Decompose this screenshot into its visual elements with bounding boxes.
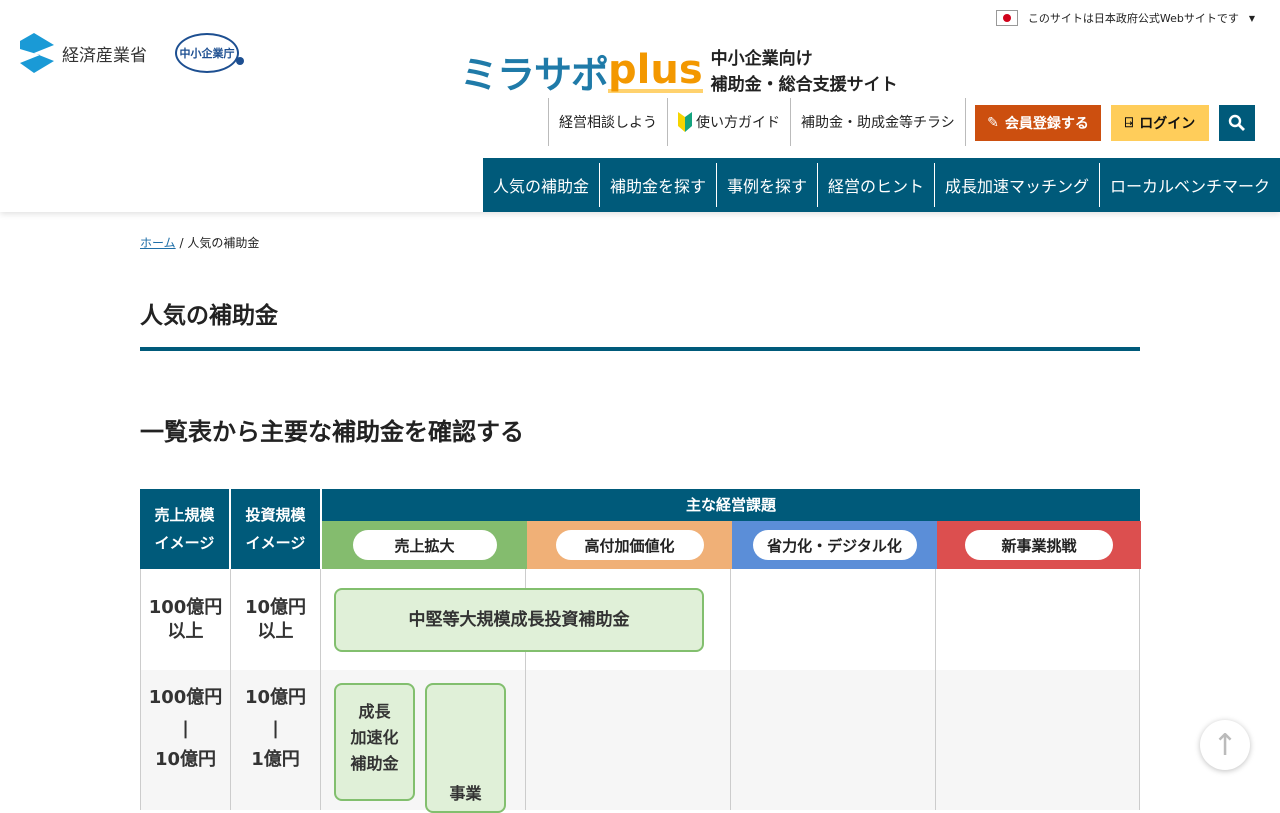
col-sales-header: 売上規模イメージ [140,489,229,569]
utility-links: 経営相談しよう 使い方ガイド 補助金・助成金等チラシ [548,98,966,146]
nav-popular[interactable]: 人気の補助金 [483,163,599,207]
col-invest-header: 投資規模イメージ [231,489,320,569]
row1-c4 [935,569,1140,670]
row2-sales: 100億円 | 10億円 [140,670,231,810]
issue-header-2: 省力化・デジタル化 [732,521,937,569]
flyers-link[interactable]: 補助金・助成金等チラシ [790,98,966,146]
japan-flag-icon [995,10,1018,26]
consult-link[interactable]: 経営相談しよう [548,98,667,146]
issue-label: 新事業挑戦 [965,530,1113,560]
breadcrumb-current: 人気の補助金 [187,236,260,250]
brand-sub2: 補助金・総合支援サイト [710,74,898,95]
scroll-to-top-button[interactable]: ↑ [1200,720,1250,770]
meti-logo[interactable]: 経済産業省 [20,33,147,73]
register-button[interactable]: ✎ 会員登録する [975,105,1101,141]
issue-header-0: 売上拡大 [322,521,527,569]
issue-label: 高付加価値化 [555,530,704,560]
consult-label: 経営相談しよう [559,115,657,131]
row2-c4 [935,670,1140,810]
nav-hints[interactable]: 経営のヒント [817,163,934,207]
row1-sales: 100億円 以上 [140,569,231,670]
nav-search-grants[interactable]: 補助金を探す [599,163,716,207]
brand-main: ミラサポ [460,53,609,97]
guide-label: 使い方ガイド [696,115,780,131]
meti-mark-icon [20,33,54,73]
nav-cases[interactable]: 事例を探す [716,163,817,207]
breadcrumb-sep: / [179,236,184,250]
brand-sub1: 中小企業向け [710,48,813,69]
main-nav: 人気の補助金 補助金を探す 事例を探す 経営のヒント 成長加速マッチング ローカ… [483,158,1280,212]
login-label: ログイン [1139,116,1196,132]
grant-large-growth[interactable]: 中堅等大規模成長投資補助金 [334,588,704,652]
gov-notice-text: このサイトは日本政府公式Webサイトです [1027,12,1239,25]
breadcrumb: ホーム / 人気の補助金 [140,234,259,251]
breadcrumb-home[interactable]: ホーム [140,236,176,250]
page-title: 人気の補助金 [140,296,1140,351]
nav-benchmark[interactable]: ローカルベンチマーク [1099,163,1280,207]
register-label: 会員登録する [1004,116,1089,132]
meti-logo-text: 経済産業省 [62,45,147,66]
search-button[interactable] [1219,105,1255,141]
issues-header: 主な経営課題 [322,489,1140,521]
issue-label: 省力化・デジタル化 [752,530,917,560]
sme-agency-logo[interactable]: 中小企業庁 [175,33,244,73]
brand-subtitle: 中小企業向け補助金・総合支援サイト [711,46,898,98]
search-icon [1228,114,1245,131]
guide-link[interactable]: 使い方ガイド [667,98,790,146]
row1-c3 [730,569,936,670]
row1-invest: 10億円 以上 [230,569,321,670]
nav-matching[interactable]: 成長加速マッチング [934,163,1099,207]
login-door-icon: ⍈ [1124,115,1134,131]
login-button[interactable]: ⍈ ログイン [1111,105,1209,141]
gov-notice[interactable]: このサイトは日本政府公式Webサイトです ▼ [995,10,1255,26]
issue-header-3: 新事業挑戦 [937,521,1141,569]
section-title: 一覧表から主要な補助金を確認する [140,418,524,446]
grant-business[interactable]: 事業 [425,683,506,813]
grant-growth-acceleration[interactable]: 成長 加速化 補助金 [334,683,415,801]
caret-down-icon: ▼ [1248,13,1255,23]
flyers-label: 補助金・助成金等チラシ [801,115,955,131]
pencil-icon: ✎ [987,115,999,131]
row2-c2 [525,670,731,810]
beginner-leaf-icon [678,112,692,132]
brand-plus: plus [608,46,703,93]
site-header: このサイトは日本政府公式Webサイトです ▼ 経済産業省 中小企業庁 ミラサポ … [0,0,1280,212]
mirasapo-logo[interactable]: ミラサポ plus 中小企業向け補助金・総合支援サイト [460,44,898,99]
issue-header-1: 高付加価値化 [527,521,732,569]
arrow-up-icon: ↑ [1212,727,1238,763]
sme-logo-text: 中小企業庁 [179,47,235,60]
row2-c3 [730,670,936,810]
issue-label: 売上拡大 [352,530,497,560]
row2-invest: 10億円 | 1億円 [230,670,321,810]
